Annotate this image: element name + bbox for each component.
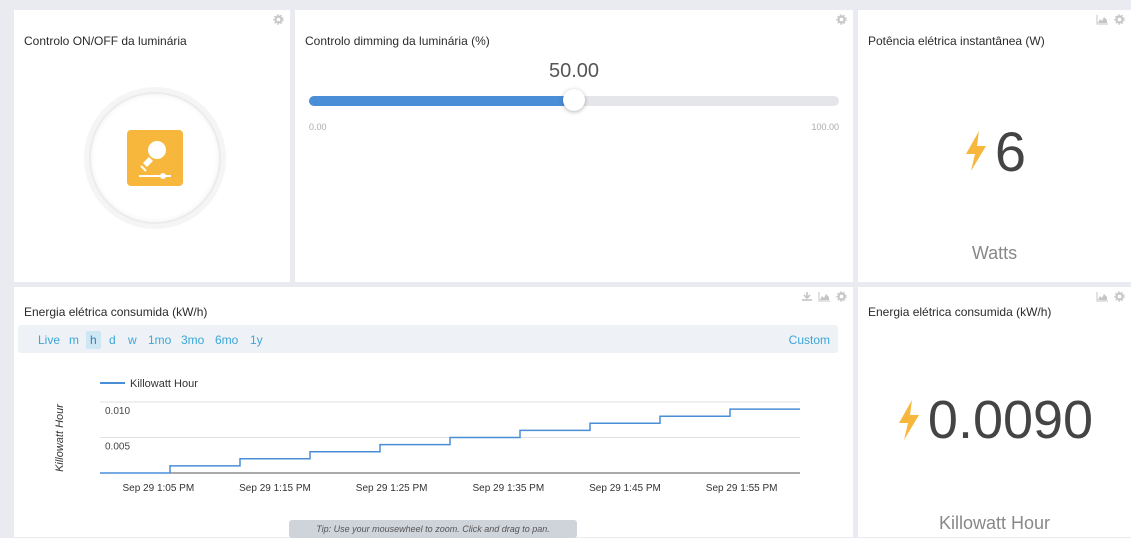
slider-max-label: 100.00 [811,122,839,132]
panel-toolbar [1096,291,1125,302]
energy-line-chart[interactable]: Killowatt Hour Killowatt Hour 0.010 0.005… [30,370,830,530]
gear-icon[interactable] [1114,291,1125,302]
gear-icon[interactable] [1114,14,1125,25]
y-ticks: 0.010 0.005 [105,406,130,453]
panel-title: Controlo ON/OFF da luminária [24,34,187,48]
slider-min-label: 0.00 [309,122,327,132]
range-1mo[interactable]: 1mo [144,331,175,349]
range-d[interactable]: d [105,331,120,349]
panel-title: Controlo dimming da luminária (%) [305,34,490,48]
download-icon[interactable] [801,291,813,302]
range-6mo[interactable]: 6mo [211,331,242,349]
slider-value: 50.00 [548,60,600,82]
chart-tip: Tip: Use your mousewheel to zoom. Click … [289,520,577,538]
range-live[interactable]: Live [34,331,64,349]
panel-title: Potência elétrica instantânea (W) [868,34,1045,48]
dimming-slider[interactable] [309,89,839,111]
range-h[interactable]: h [86,331,101,349]
panel-toolbar [836,14,847,25]
power-value: 6 [994,119,1027,183]
bulb-icon [127,130,183,186]
x-tick-label: Sep 29 1:15 PM [239,483,311,494]
x-ticks: Sep 29 1:05 PM Sep 29 1:15 PM Sep 29 1:25 … [122,483,777,494]
gear-icon[interactable] [836,14,847,25]
energy-unit: Killowatt Hour [938,513,1051,533]
x-tick-label: Sep 29 1:55 PM [706,483,778,494]
y-tick-label: 0.010 [105,406,130,417]
panel-toolbar [801,291,847,302]
x-tick-label: Sep 29 1:35 PM [472,483,544,494]
legend-label: Killowatt Hour [130,378,198,390]
dimmer-panel: Controlo dimming da luminária (%) 50.00 … [295,10,853,282]
gear-icon[interactable] [836,291,847,302]
toggle-panel: Controlo ON/OFF da luminária [14,10,290,282]
panel-toolbar [273,14,284,25]
x-tick-label: Sep 29 1:05 PM [122,483,194,494]
power-value-display: 6 [858,118,1131,184]
range-1y[interactable]: 1y [246,331,267,349]
energy-value-display: 0.0090 [858,385,1131,455]
legend: Killowatt Hour [100,378,198,390]
time-range-bar: Live m h d w 1mo 3mo 6mo 1y Custom [18,325,838,353]
power-unit: Watts [971,243,1018,263]
y-axis-label: Killowatt Hour [54,403,66,472]
energy-value-panel: Energia elétrica consumida (kW/h) 0.0090… [858,287,1131,537]
range-custom[interactable]: Custom [789,333,830,347]
slider-fill [309,96,574,106]
lightning-icon [965,131,986,171]
energy-value: 0.0090 [927,390,1094,450]
range-3mo[interactable]: 3mo [177,331,208,349]
series-line [100,408,800,474]
panel-title: Energia elétrica consumida (kW/h) [868,305,1052,319]
y-tick-label: 0.005 [105,442,130,453]
slider-handle[interactable] [563,89,585,111]
area-chart-icon[interactable] [1096,291,1109,302]
area-chart-icon[interactable] [818,291,831,302]
panel-toolbar [1096,14,1125,25]
power-panel: Potência elétrica instantânea (W) 6 Watt… [858,10,1131,282]
gear-icon[interactable] [273,14,284,25]
x-tick-label: Sep 29 1:25 PM [356,483,428,494]
light-toggle-button[interactable] [89,92,221,224]
panel-title: Energia elétrica consumida (kW/h) [24,305,208,319]
range-w[interactable]: w [124,331,141,349]
lightning-icon [898,400,919,440]
area-chart-icon[interactable] [1096,14,1109,25]
range-m[interactable]: m [65,331,83,349]
x-tick-label: Sep 29 1:45 PM [589,483,661,494]
